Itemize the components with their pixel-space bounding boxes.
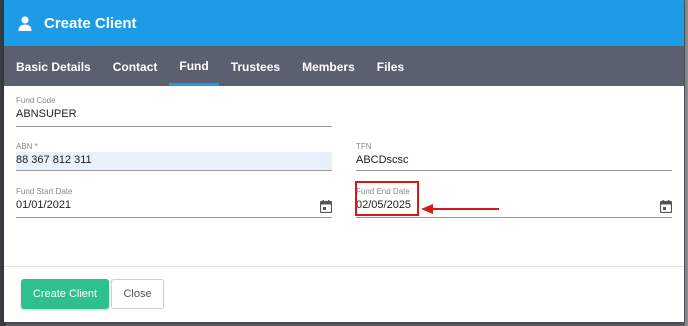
- abn-input[interactable]: 88 367 812 311: [16, 152, 332, 171]
- tab-fund[interactable]: Fund: [169, 48, 219, 86]
- create-client-button[interactable]: Create Client: [21, 279, 109, 309]
- fund-start-date-field[interactable]: Fund Start Date 01/01/2021: [16, 187, 333, 218]
- fund-code-field[interactable]: Fund Code ABNSUPER: [16, 96, 332, 127]
- footer-divider: [4, 266, 684, 267]
- tab-basic-details[interactable]: Basic Details: [6, 48, 101, 86]
- annotation-arrow-icon: [421, 204, 499, 214]
- dialog-title: Create Client: [44, 14, 137, 32]
- tab-bar: Basic Details Contact Fund Trustees Memb…: [4, 46, 684, 86]
- tfn-label: TFN: [356, 142, 372, 151]
- calendar-icon[interactable]: [659, 200, 673, 214]
- fund-code-input[interactable]: ABNSUPER: [16, 106, 332, 127]
- calendar-icon[interactable]: [319, 200, 333, 214]
- tab-members[interactable]: Members: [292, 48, 365, 86]
- abn-field[interactable]: ABN * 88 367 812 311: [16, 142, 332, 171]
- fund-form: Fund Code ABNSUPER ABN * 88 367 812 311 …: [4, 86, 684, 266]
- user-icon: [18, 14, 36, 32]
- tab-files[interactable]: Files: [367, 48, 414, 86]
- tab-trustees[interactable]: Trustees: [221, 48, 290, 86]
- create-client-dialog: Create Client Basic Details Contact Fund…: [4, 0, 684, 322]
- abn-label: ABN *: [16, 142, 38, 151]
- annotation-highlight-box: [355, 181, 419, 216]
- dialog-header: Create Client: [4, 0, 684, 46]
- tab-contact[interactable]: Contact: [103, 48, 168, 86]
- fund-code-label: Fund Code: [16, 96, 56, 105]
- close-button[interactable]: Close: [111, 279, 164, 309]
- tfn-input[interactable]: ABCDscsc: [356, 152, 672, 171]
- fund-start-date-input[interactable]: 01/01/2021: [16, 197, 332, 218]
- tfn-field[interactable]: TFN ABCDscsc: [356, 142, 672, 171]
- fund-start-date-label: Fund Start Date: [16, 187, 73, 196]
